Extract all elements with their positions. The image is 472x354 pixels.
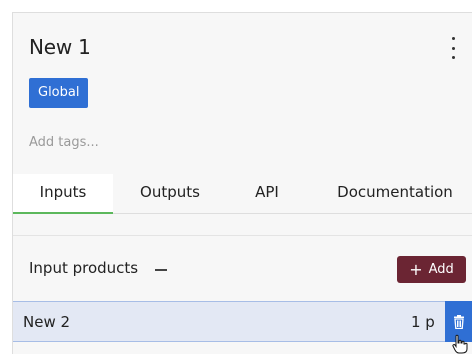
product-quantity: 1 p	[411, 313, 435, 331]
product-name: New 2	[23, 313, 71, 331]
divider	[13, 235, 472, 236]
global-badge[interactable]: Global	[29, 78, 89, 108]
tab-api[interactable]: API	[245, 174, 289, 214]
minus-icon[interactable]	[155, 269, 167, 271]
tab-inputs[interactable]: Inputs	[13, 174, 113, 214]
tab-documentation[interactable]: Documentation	[321, 174, 469, 214]
hand-cursor-icon	[452, 334, 468, 354]
product-row[interactable]: New 2 1 p	[13, 301, 472, 342]
tab-outputs[interactable]: Outputs	[125, 174, 215, 214]
section-title: Input products	[29, 259, 139, 277]
page-title: New 1	[29, 35, 91, 59]
tags-input[interactable]	[29, 131, 329, 153]
plus-icon: +	[409, 259, 423, 279]
add-button[interactable]: + Add	[397, 256, 466, 283]
tab-bar: Inputs Outputs API Documentation	[13, 174, 472, 214]
product-panel: New 1 Global Inputs Outputs API Document…	[12, 12, 472, 354]
trash-icon	[454, 314, 464, 329]
vertical-ellipsis-icon[interactable]	[450, 37, 456, 59]
add-button-label: Add	[428, 262, 454, 277]
